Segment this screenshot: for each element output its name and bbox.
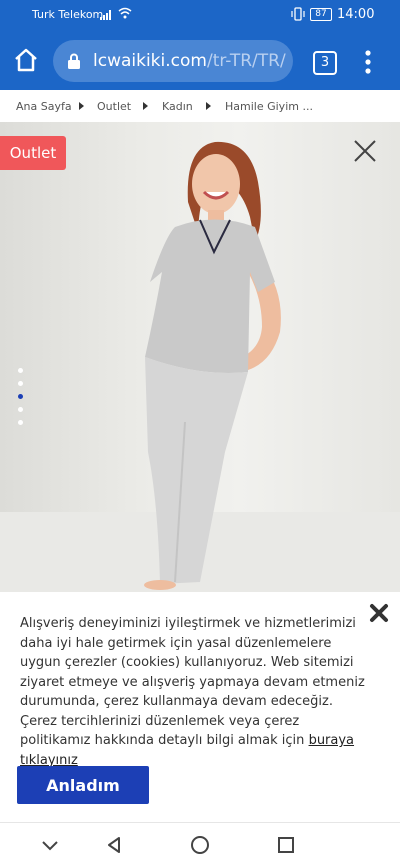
carousel-dots: [18, 368, 26, 433]
carousel-dot[interactable]: [18, 420, 23, 425]
vibrate-icon: [291, 7, 305, 21]
address-bar[interactable]: lcwaikiki.com/tr-TR/TR/: [53, 40, 293, 82]
overflow-menu-icon[interactable]: [363, 48, 373, 76]
lock-icon: [68, 53, 80, 69]
wifi-icon: [118, 7, 132, 19]
model-figure: [144, 141, 281, 590]
url-text: lcwaikiki.com/tr-TR/TR/: [93, 51, 286, 71]
clock: 14:00: [337, 7, 375, 22]
signal-icon: [100, 10, 111, 20]
chevron-down-icon[interactable]: [40, 835, 60, 855]
browser-toolbar: lcwaikiki.com/tr-TR/TR/ 3: [0, 32, 400, 90]
carousel-dot[interactable]: [18, 368, 23, 373]
outlet-badge: Outlet: [0, 136, 66, 170]
recent-apps-icon[interactable]: [276, 835, 296, 855]
close-cookie-icon[interactable]: [368, 602, 390, 624]
back-icon[interactable]: [104, 835, 124, 855]
carousel-dot[interactable]: [18, 381, 23, 386]
carousel-dot-active[interactable]: [18, 394, 23, 399]
product-image[interactable]: Outlet: [0, 122, 400, 592]
breadcrumb: Ana Sayfa Outlet Kadın Hamile Giyim ...: [0, 92, 400, 120]
breadcrumb-separator-icon: [206, 102, 211, 110]
breadcrumb-outlet[interactable]: Outlet: [97, 100, 131, 113]
system-navigation-bar: [0, 822, 400, 867]
url-path: /tr-TR/TR/: [206, 51, 286, 71]
cookie-message: Alışveriş deneyiminizi iyileştirmek ve h…: [20, 614, 365, 770]
cookie-banner: Alışveriş deneyiminizi iyileştirmek ve h…: [0, 592, 400, 822]
breadcrumb-hamile-giyim[interactable]: Hamile Giyim ...: [225, 100, 313, 113]
url-domain: lcwaikiki.com: [93, 51, 207, 71]
breadcrumb-home[interactable]: Ana Sayfa: [16, 100, 72, 113]
breadcrumb-separator-icon: [143, 102, 148, 110]
breadcrumb-kadin[interactable]: Kadın: [162, 100, 193, 113]
accept-cookies-button[interactable]: Anladım: [17, 766, 149, 804]
cookie-text: Alışveriş deneyiminizi iyileştirmek ve h…: [20, 616, 365, 748]
home-icon[interactable]: [12, 46, 40, 74]
battery-indicator: 87: [310, 8, 332, 21]
close-icon[interactable]: [352, 138, 378, 164]
status-bar: Turk Telekom 87 14:00: [0, 0, 400, 30]
tab-switcher-button[interactable]: 3: [313, 51, 337, 75]
browser-top-bar: Turk Telekom 87 14:00 lcwaikiki.com/tr-T…: [0, 0, 400, 90]
carrier-name: Turk Telekom: [32, 8, 104, 21]
home-circle-icon[interactable]: [190, 835, 210, 855]
breadcrumb-separator-icon: [79, 102, 84, 110]
carousel-dot[interactable]: [18, 407, 23, 412]
